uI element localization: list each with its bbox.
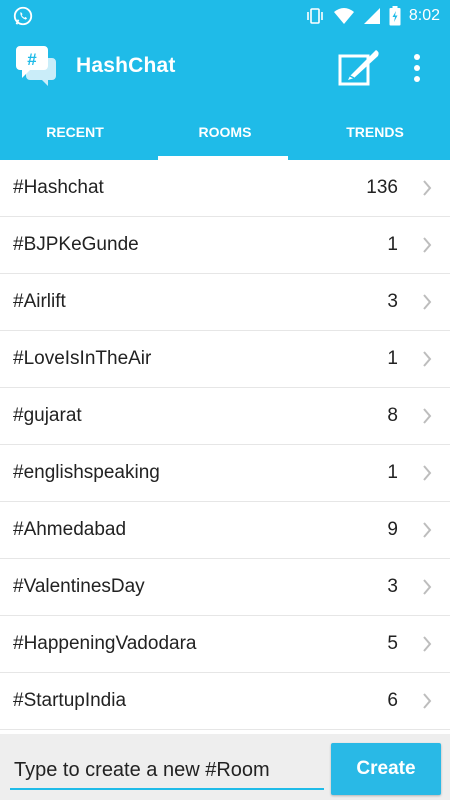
tab-recent[interactable]: RECENT: [0, 104, 150, 160]
room-row[interactable]: #HappeningVadodara 5: [0, 616, 450, 673]
vibrate-icon: [307, 8, 323, 24]
room-count: 1: [387, 348, 398, 369]
overflow-menu-icon[interactable]: [404, 50, 430, 86]
chevron-right-icon: [423, 408, 432, 424]
chevron-right-icon: [423, 180, 432, 196]
room-name: #BJPKeGunde: [13, 234, 139, 255]
chevron-right-icon: [423, 636, 432, 652]
room-row[interactable]: #BJPKeGunde 1: [0, 217, 450, 274]
room-row[interactable]: #LoveIsInTheAir 1: [0, 331, 450, 388]
room-count: 1: [387, 234, 398, 255]
chevron-right-icon: [423, 693, 432, 709]
tab-bar: RECENT ROOMS TRENDS: [0, 104, 450, 160]
room-row[interactable]: #StartupIndia 6: [0, 673, 450, 730]
chevron-right-icon: [423, 465, 432, 481]
rooms-list: #Hashchat 136 #BJPKeGunde 1 #Airlift 3 #…: [0, 160, 450, 734]
room-row[interactable]: #Ahmedabad 9: [0, 502, 450, 559]
hashtag-chat-bubble-icon: #: [16, 46, 56, 86]
room-count: 3: [387, 576, 398, 597]
chevron-right-icon: [423, 294, 432, 310]
room-name: #HappeningVadodara: [13, 633, 197, 654]
app-bar: # HashChat: [0, 32, 450, 104]
compose-icon[interactable]: [336, 46, 382, 88]
room-count: 136: [366, 177, 398, 198]
svg-text:#: #: [27, 50, 37, 69]
tab-label: TRENDS: [346, 124, 404, 140]
chevron-right-icon: [423, 579, 432, 595]
room-name: #Ahmedabad: [13, 519, 127, 540]
battery-icon: [389, 6, 401, 26]
tab-rooms[interactable]: ROOMS: [150, 104, 300, 160]
room-count: 3: [387, 291, 398, 312]
tab-label: RECENT: [46, 124, 104, 140]
room-name: #englishspeaking: [13, 462, 160, 483]
room-count: 8: [387, 405, 398, 426]
room-count: 1: [387, 462, 398, 483]
chevron-right-icon: [423, 522, 432, 538]
room-name: #StartupIndia: [13, 690, 127, 711]
tab-trends[interactable]: TRENDS: [300, 104, 450, 160]
room-row[interactable]: #Airlift 3: [0, 274, 450, 331]
app-title: HashChat: [76, 54, 176, 77]
signal-icon: [363, 8, 380, 24]
room-name: #Hashchat: [13, 177, 104, 198]
room-name: #gujarat: [13, 405, 82, 426]
room-row[interactable]: #gujarat 8: [0, 388, 450, 445]
room-name: #LoveIsInTheAir: [13, 348, 152, 369]
chevron-right-icon: [423, 351, 432, 367]
room-row[interactable]: #Hashchat 136: [0, 160, 450, 217]
chevron-right-icon: [423, 237, 432, 253]
new-room-input[interactable]: [10, 752, 324, 790]
tab-label: ROOMS: [198, 124, 252, 140]
wifi-icon: [333, 8, 354, 24]
room-name: #ValentinesDay: [13, 576, 145, 597]
create-room-bar: Create: [0, 734, 450, 800]
room-count: 9: [387, 519, 398, 540]
room-count: 6: [387, 690, 398, 711]
room-name: #Airlift: [13, 291, 66, 312]
status-bar: 8:02: [0, 0, 450, 32]
status-time: 8:02: [408, 7, 440, 24]
room-row[interactable]: #ValentinesDay 3: [0, 559, 450, 616]
room-row[interactable]: #englishspeaking 1: [0, 445, 450, 502]
room-count: 5: [387, 633, 398, 654]
create-button[interactable]: Create: [331, 743, 441, 795]
whatsapp-icon: [13, 6, 33, 26]
